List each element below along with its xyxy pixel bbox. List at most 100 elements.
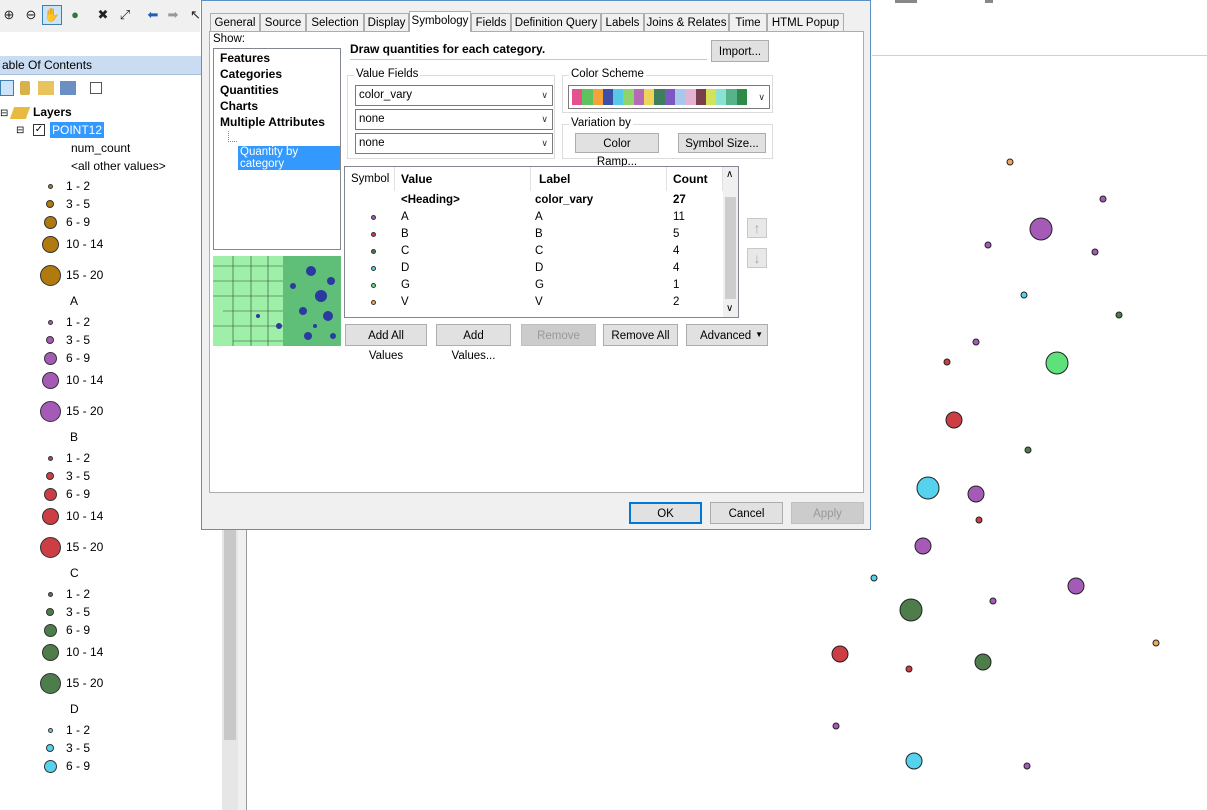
zoom-in-icon[interactable]: ⊕ <box>0 6 18 24</box>
column-header-count[interactable]: Count <box>667 167 723 191</box>
import-button[interactable]: Import... <box>711 40 769 62</box>
row-label[interactable]: A <box>535 209 543 226</box>
fixed-zoom-icon[interactable]: ⤢ <box>116 6 134 24</box>
remove-all-button[interactable]: Remove All <box>603 324 678 346</box>
row-symbol[interactable] <box>371 283 376 288</box>
legend-symbol[interactable] <box>39 672 61 694</box>
legend-symbol[interactable] <box>46 336 54 344</box>
tab-selection[interactable]: Selection <box>306 13 364 31</box>
add-all-values-button[interactable]: Add All Values <box>345 324 427 362</box>
map-point[interactable] <box>914 537 932 555</box>
map-point[interactable] <box>989 597 997 605</box>
tab-labels[interactable]: Labels <box>601 13 644 31</box>
tab-time[interactable]: Time <box>729 13 767 31</box>
row-label[interactable]: V <box>535 294 543 311</box>
apply-button[interactable]: Apply <box>791 502 864 524</box>
legend-symbol[interactable] <box>39 536 61 558</box>
heading-row-count[interactable]: 27 <box>673 192 686 209</box>
row-label[interactable]: D <box>535 260 543 277</box>
legend-symbol[interactable] <box>43 351 57 365</box>
legend-symbol[interactable] <box>46 472 54 480</box>
legend-symbol[interactable] <box>43 487 57 501</box>
map-point[interactable] <box>831 645 849 663</box>
row-label[interactable]: B <box>535 226 543 243</box>
value-field-1-select[interactable]: color_vary ∨ <box>355 85 553 106</box>
map-point[interactable] <box>1115 311 1123 319</box>
map-point[interactable] <box>832 722 840 730</box>
map-point[interactable] <box>975 516 983 524</box>
row-symbol[interactable] <box>371 232 376 237</box>
map-point[interactable] <box>1099 195 1107 203</box>
legend-symbol[interactable] <box>47 455 53 461</box>
column-header-value[interactable]: Value <box>395 167 531 191</box>
list-by-selection-icon[interactable] <box>60 81 76 95</box>
back-icon[interactable]: ⬅ <box>144 6 162 24</box>
scroll-up-icon[interactable]: ∧ <box>726 169 733 180</box>
map-point[interactable] <box>1067 577 1085 595</box>
tab-general[interactable]: General <box>210 13 260 31</box>
legend-symbol[interactable] <box>39 264 61 286</box>
legend-symbol[interactable] <box>47 591 53 597</box>
map-point[interactable] <box>972 338 980 346</box>
layer-name[interactable]: POINT12 <box>50 122 105 138</box>
row-symbol[interactable] <box>371 249 376 254</box>
show-item-multiple-attributes[interactable]: Multiple Attributes <box>220 115 325 129</box>
zoom-out-icon[interactable]: ⊖ <box>22 6 40 24</box>
select-icon[interactable]: ↖ <box>190 6 201 24</box>
map-point[interactable] <box>916 476 940 500</box>
map-point[interactable] <box>943 358 951 366</box>
row-count[interactable]: 4 <box>673 243 679 260</box>
row-value[interactable]: A <box>401 209 409 226</box>
globe-icon[interactable]: ● <box>66 6 84 24</box>
legend-symbol[interactable] <box>46 200 54 208</box>
map-point[interactable] <box>905 665 913 673</box>
show-item-quantities[interactable]: Quantities <box>220 83 279 97</box>
row-symbol[interactable] <box>371 300 376 305</box>
map-point[interactable] <box>967 485 985 503</box>
row-symbol[interactable] <box>371 266 376 271</box>
map-point[interactable] <box>899 598 923 622</box>
forward-icon[interactable]: ➡ <box>164 6 182 24</box>
map-point[interactable] <box>1091 248 1099 256</box>
value-field-3-select[interactable]: none ∨ <box>355 133 553 154</box>
list-by-drawing-order-icon[interactable] <box>0 80 14 96</box>
legend-symbol[interactable] <box>41 235 59 253</box>
row-value[interactable]: G <box>401 277 410 294</box>
legend-symbol[interactable] <box>41 507 59 525</box>
map-point[interactable] <box>945 411 963 429</box>
grid-scrollbar-thumb[interactable] <box>725 197 736 299</box>
row-label[interactable]: G <box>535 277 544 294</box>
row-value[interactable]: C <box>401 243 409 260</box>
map-point[interactable] <box>905 752 923 770</box>
layer-visibility-checkbox[interactable]: ✓ <box>33 124 45 136</box>
legend-symbol[interactable] <box>41 643 59 661</box>
show-item-features[interactable]: Features <box>220 51 270 65</box>
move-up-icon[interactable]: ↑ <box>747 218 767 238</box>
tab-source[interactable]: Source <box>260 13 306 31</box>
values-grid[interactable]: Symbol Value Label Count <Heading> color… <box>344 166 739 318</box>
legend-symbol[interactable] <box>43 215 57 229</box>
tab-symbology[interactable]: Symbology <box>409 11 471 32</box>
color-ramp-button[interactable]: Color Ramp... <box>575 133 659 168</box>
cancel-button[interactable]: Cancel <box>710 502 783 524</box>
scroll-down-icon[interactable]: ∨ <box>726 303 733 314</box>
list-by-source-icon[interactable] <box>20 81 30 95</box>
move-down-icon[interactable]: ↓ <box>747 248 767 268</box>
value-field-2-select[interactable]: none ∨ <box>355 109 553 130</box>
color-scheme-select[interactable]: ∨ <box>568 85 770 109</box>
legend-symbol[interactable] <box>43 623 57 637</box>
row-value[interactable]: B <box>401 226 409 243</box>
legend-symbol[interactable] <box>47 183 53 189</box>
show-item-charts[interactable]: Charts <box>220 99 258 113</box>
legend-symbol[interactable] <box>46 608 54 616</box>
map-point[interactable] <box>1152 639 1160 647</box>
legend-symbol[interactable] <box>46 744 54 752</box>
row-symbol[interactable] <box>371 215 376 220</box>
add-values-button[interactable]: Add Values... <box>436 324 511 362</box>
heading-row-label[interactable]: color_vary <box>535 192 593 209</box>
symbol-size-button[interactable]: Symbol Size... <box>678 133 766 153</box>
remove-button[interactable]: Remove <box>521 324 596 346</box>
row-count[interactable]: 4 <box>673 260 679 277</box>
tab-html-popup[interactable]: HTML Popup <box>767 13 844 31</box>
options-icon[interactable] <box>90 82 102 94</box>
